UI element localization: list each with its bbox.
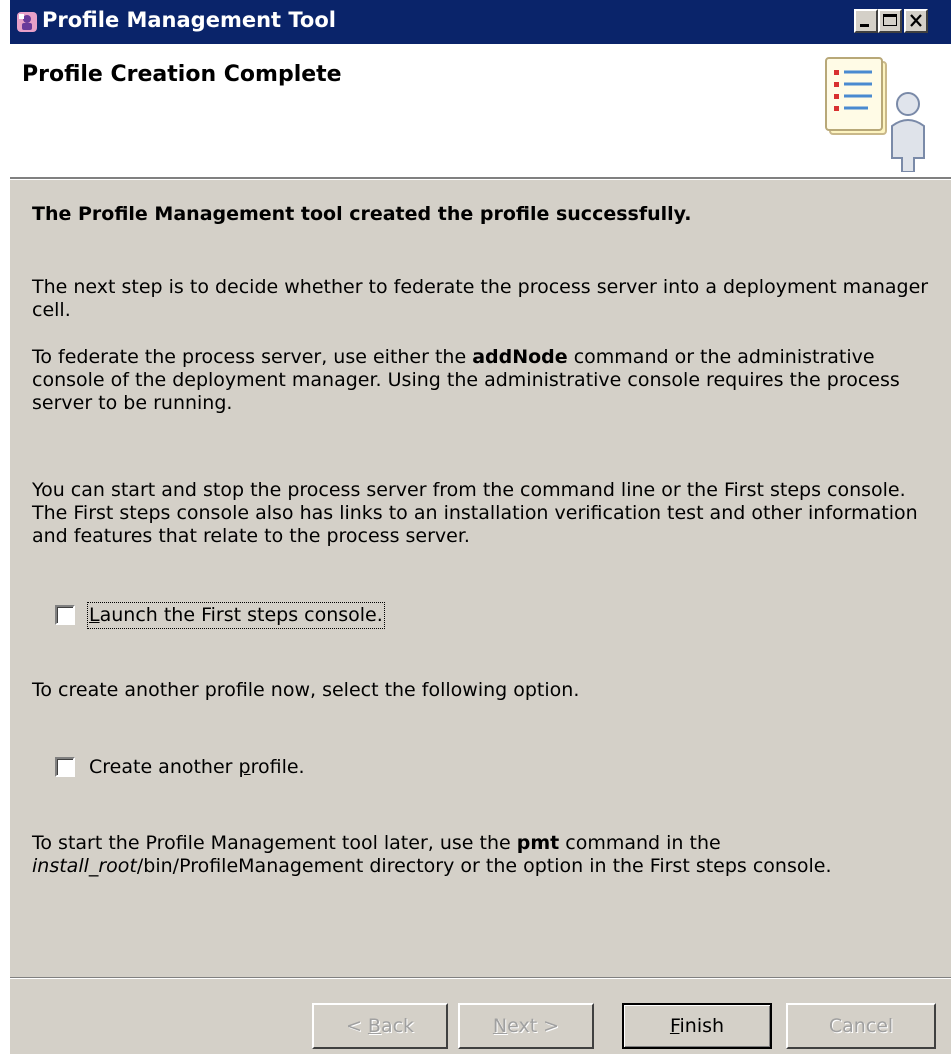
create-another-profile-option[interactable]: Create another profile. xyxy=(55,752,305,782)
create-another-profile-label[interactable]: Create another profile. xyxy=(89,756,305,779)
success-headline: The Profile Management tool created the … xyxy=(32,203,692,225)
app-icon xyxy=(17,12,37,32)
create-another-profile-checkbox[interactable] xyxy=(55,757,75,777)
addnode-command: addNode xyxy=(472,346,568,368)
pmt-command: pmt xyxy=(516,832,560,854)
footer-divider xyxy=(10,977,951,979)
federate-intro-text: The next step is to decide whether to fe… xyxy=(32,276,929,321)
back-button[interactable]: < Back xyxy=(312,1003,448,1049)
minimize-button[interactable] xyxy=(854,9,878,33)
pmt-instructions-text: To start the Profile Management tool lat… xyxy=(32,832,832,877)
launch-first-steps-label[interactable]: Launch the First steps console. xyxy=(87,601,385,629)
next-button[interactable]: Next > xyxy=(458,1003,594,1049)
maximize-button[interactable] xyxy=(878,9,902,33)
banner-divider xyxy=(10,177,951,180)
page-title: Profile Creation Complete xyxy=(22,62,342,87)
first-steps-info-text: You can start and stop the process serve… xyxy=(32,479,918,547)
launch-first-steps-option[interactable]: Launch the First steps console. xyxy=(55,600,385,630)
dialog-window: Profile Management Tool Profile Creation… xyxy=(10,0,951,1054)
federate-instructions-text: To federate the process server, use eith… xyxy=(32,346,900,414)
launch-first-steps-checkbox[interactable] xyxy=(55,605,75,625)
cancel-button[interactable]: Cancel xyxy=(786,1003,936,1049)
window-title: Profile Management Tool xyxy=(42,8,336,32)
minimize-icon xyxy=(860,24,869,27)
finish-button[interactable]: Finish xyxy=(622,1003,772,1049)
close-icon xyxy=(910,14,922,27)
install-root-path: install_root xyxy=(32,855,137,877)
header-banner: Profile Creation Complete xyxy=(10,44,951,177)
close-button[interactable] xyxy=(904,9,928,33)
checklist-person-icon xyxy=(825,57,925,172)
maximize-icon xyxy=(883,14,897,26)
create-profile-intro-text: To create another profile now, select th… xyxy=(32,679,580,701)
title-bar[interactable]: Profile Management Tool xyxy=(10,0,951,44)
